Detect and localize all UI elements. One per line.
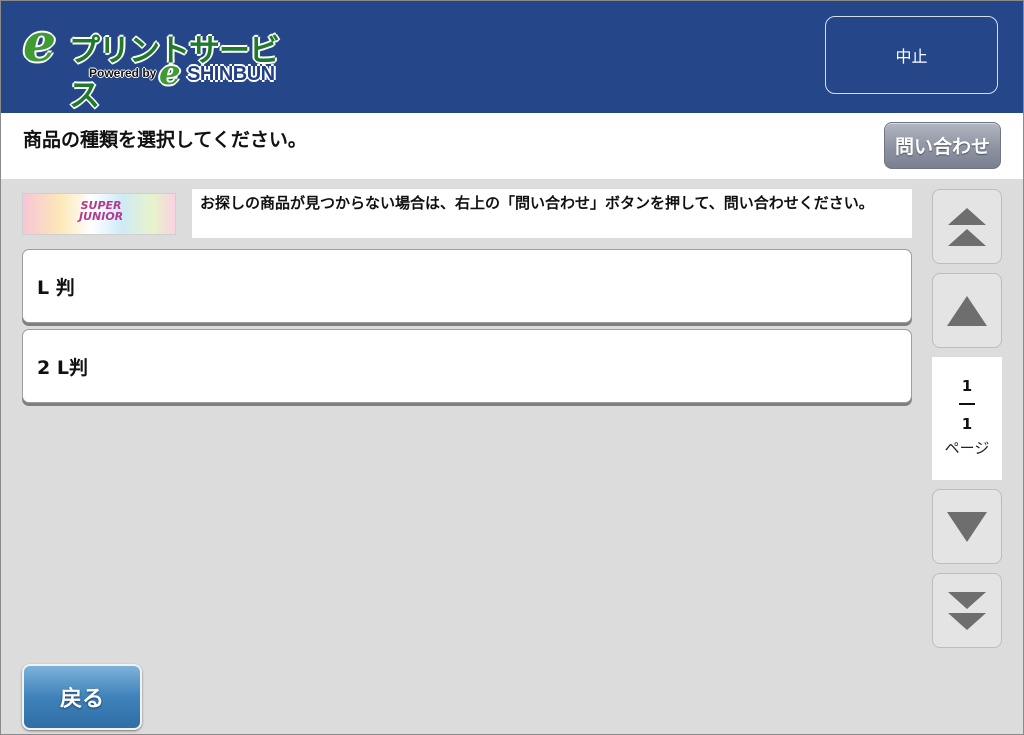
chevron-down-icon [947, 511, 987, 542]
logo-powered-by: Powered by [89, 66, 157, 80]
notice-text: お探しの商品が見つからない場合は、右上の「問い合わせ」ボタンを押して、問い合わせ… [192, 189, 912, 238]
chevron-up-icon [947, 295, 987, 326]
double-chevron-up-icon [948, 207, 986, 246]
page-indicator: 1 1 ページ [932, 357, 1002, 480]
logo-brand: SHINBUN [187, 63, 275, 85]
logo-e-letter: e [23, 13, 57, 74]
scroll-up-button[interactable] [932, 273, 1002, 348]
banner-title-line2: JUNIOR [79, 210, 124, 223]
product-item-l-size[interactable]: L 判 [22, 249, 912, 323]
double-chevron-down-icon [948, 591, 986, 630]
product-item-2l-size[interactable]: 2 L判 [22, 329, 912, 403]
scroll-down-button[interactable] [932, 489, 1002, 564]
product-label: 2 L判 [37, 356, 88, 379]
header: e プリントサービス Powered by e SHINBUN 中止 [1, 1, 1023, 114]
content-banner: SUPER JUNIOR [22, 193, 176, 235]
scroll-last-button[interactable] [932, 573, 1002, 648]
scroll-first-button[interactable] [932, 189, 1002, 264]
instruction-bar: 商品の種類を選択してください。 問い合わせ [1, 113, 1023, 179]
back-button[interactable]: 戻る [22, 664, 142, 730]
cancel-button[interactable]: 中止 [825, 16, 998, 94]
page-unit: ページ [944, 439, 990, 457]
inquiry-button[interactable]: 問い合わせ [884, 122, 1001, 169]
page-title: 商品の種類を選択してください。 [23, 129, 307, 151]
page-divider [959, 403, 975, 405]
banner-title: SUPER JUNIOR [79, 200, 123, 222]
eprint-service-logo: e プリントサービス Powered by e SHINBUN [23, 13, 285, 114]
logo-e-letter-small: e [159, 53, 181, 93]
page-current: 1 [961, 377, 973, 395]
product-label: L 判 [37, 276, 75, 299]
page-total: 1 [961, 415, 973, 433]
